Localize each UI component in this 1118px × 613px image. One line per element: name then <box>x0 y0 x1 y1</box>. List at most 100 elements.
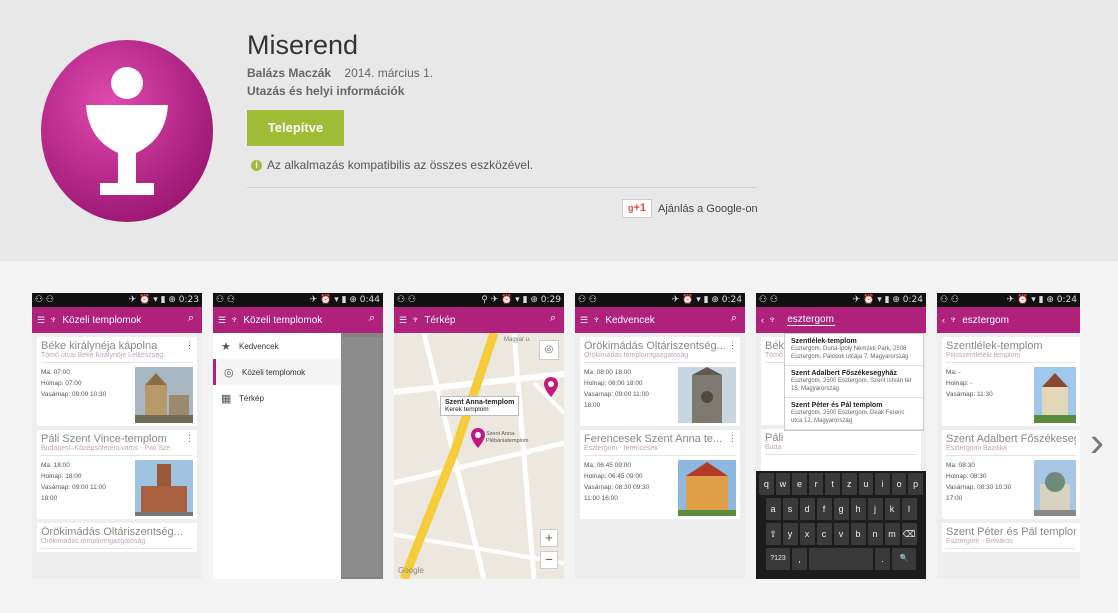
key[interactable]: c <box>816 523 832 545</box>
church-card: Örökimádás Oltáriszentség... Örökimádás … <box>580 337 740 426</box>
drawer-item-favorites[interactable]: ★ Kedvencek <box>213 333 341 359</box>
screenshot-2[interactable]: ⚇ ⚇ ✈ ⏰ ▾ ▮ ⊕ 0:44 ☰ ♆ Közeli templomok ⌕… <box>213 293 383 579</box>
key[interactable]: x <box>799 523 815 545</box>
map-icon: ▦ <box>221 392 232 405</box>
key[interactable]: j <box>867 498 883 520</box>
backspace-key[interactable]: ⌫ <box>901 523 917 545</box>
symbols-key[interactable]: ?123 <box>766 548 790 570</box>
key[interactable]: a <box>765 498 781 520</box>
appbar-title: Közeli templomok <box>243 314 323 326</box>
key[interactable]: l <box>901 498 917 520</box>
card-subtitle: Pilisszentléleki templom <box>946 352 1076 363</box>
card-title: Szent Péter és Pál templom <box>946 526 1076 538</box>
key[interactable]: z <box>842 473 857 495</box>
search-icon: ⌕ <box>187 312 194 324</box>
map-pin-icon[interactable] <box>471 428 485 448</box>
back-icon: ‹ <box>942 315 945 325</box>
gplus-row: g+1 Ajánlás a Google-on <box>622 199 758 218</box>
suggestion-item[interactable]: Szent Péter és Pál templom Esztergom, 250… <box>785 398 923 430</box>
compat-note: i Az alkalmazás kompatibilis az összes e… <box>251 158 533 172</box>
key[interactable]: d <box>799 498 815 520</box>
overflow-icon: ⋮ <box>728 340 737 350</box>
key[interactable]: n <box>867 523 883 545</box>
key[interactable]: . <box>875 548 890 570</box>
search-input[interactable]: esztergom <box>787 314 836 326</box>
screenshot-1[interactable]: ⚇ ⚇ ✈ ⏰ ▾ ▮ ⊕ 0:23 ☰ ♆ Közeli templomok ⌕… <box>32 293 202 579</box>
app-title: Miserend <box>247 30 359 60</box>
key[interactable]: k <box>884 498 900 520</box>
drawer-item-map[interactable]: ▦ Térkép <box>213 385 341 411</box>
card-subtitle: Esztergom - Belváros <box>946 538 1076 549</box>
next-screenshot-chevron-icon[interactable]: › <box>1090 418 1104 466</box>
key[interactable]: s <box>782 498 798 520</box>
map-info-window[interactable]: Szent Anna-templom Kerek templom <box>440 396 520 416</box>
overflow-icon: ⋮ <box>185 340 194 350</box>
key[interactable]: p <box>908 473 923 495</box>
drawer-item-nearby[interactable]: ◎ Közeli templomok <box>213 359 341 385</box>
overflow-icon: ⋮ <box>728 433 737 443</box>
shift-key[interactable]: ⇧ <box>765 523 781 545</box>
key[interactable]: v <box>833 523 849 545</box>
install-button[interactable]: Telepítve <box>247 110 344 146</box>
zoom-in-button[interactable]: + <box>540 529 558 547</box>
key[interactable]: q <box>759 473 774 495</box>
key[interactable]: e <box>792 473 807 495</box>
app-header: Miserend Balázs Maczák 2014. március 1. … <box>0 0 1118 260</box>
appbar-title: Kedvencek <box>605 314 655 326</box>
key[interactable]: i <box>875 473 890 495</box>
map-pin-icon[interactable] <box>544 377 558 397</box>
space-key[interactable] <box>809 548 873 570</box>
church-card: Ferencesek Szent Anna te... Esztergom - … <box>580 430 740 519</box>
status-bar: ⚇ ⚇ ✈ ⏰ ▾ ▮ ⊕ 0:24 <box>937 293 1080 307</box>
screenshot-4[interactable]: ⚇ ⚇ ✈ ⏰ ▾ ▮ ⊕ 0:24 ☰ ♆ Kedvencek ⌕ Örökim… <box>575 293 745 579</box>
church-card: Béke királynéja kápolna Tömő utcai Béke … <box>37 337 197 426</box>
category-link[interactable]: Utazás és helyi információk <box>247 84 404 98</box>
street-label: Magyar u. <box>504 337 531 343</box>
location-icon: ◎ <box>224 366 234 379</box>
search-key[interactable]: 🔍 <box>892 548 916 570</box>
key[interactable]: w <box>775 473 791 495</box>
gplus-button[interactable]: g+1 <box>622 199 652 218</box>
key[interactable]: f <box>816 498 832 520</box>
map-view[interactable]: Magyar u. Szent Anna-Plébániatemplom ◎ S… <box>394 333 564 579</box>
status-bar: ⚇ ⚇ ⚲ ✈ ⏰ ▾ ▮ ⊕ 0:29 <box>394 293 564 307</box>
chalice-icon: ♆ <box>411 314 420 326</box>
my-location-button[interactable]: ◎ <box>539 340 559 360</box>
church-card: Örökimádás Oltáriszentség... Örökimádás … <box>37 523 197 552</box>
church-photo <box>678 460 736 516</box>
app-bar: ☰ ♆ Közeli templomok ⌕ <box>32 307 202 333</box>
key[interactable]: b <box>850 523 866 545</box>
chalice-icon: ♆ <box>592 314 601 326</box>
key[interactable]: m <box>884 523 900 545</box>
author-link[interactable]: Balázs Maczák <box>247 66 331 80</box>
screenshot-3[interactable]: ⚇ ⚇ ⚲ ✈ ⏰ ▾ ▮ ⊕ 0:29 ☰ ♆ Térkép ⌕ Magyar … <box>394 293 564 579</box>
appbar-title: Közeli templomok <box>62 314 142 326</box>
suggestion-item[interactable]: Szent Adalbert Főszékesegyház Esztergom, … <box>785 366 923 398</box>
menu-icon: ☰ <box>218 314 227 325</box>
app-icon <box>41 40 213 222</box>
zoom-out-button[interactable]: − <box>540 551 558 569</box>
menu-icon: ☰ <box>580 314 589 325</box>
search-icon: ⌕ <box>730 312 737 324</box>
key[interactable]: u <box>858 473 874 495</box>
card-title: Szentlélek-templom <box>946 340 1043 352</box>
card-title: Örökimádás Oltáriszentség... <box>41 526 183 538</box>
drawer-scrim[interactable] <box>341 333 383 579</box>
key[interactable]: g <box>833 498 849 520</box>
key[interactable]: t <box>825 473 840 495</box>
key[interactable]: , <box>792 548 807 570</box>
card-title: Örökimádás Oltáriszentség... <box>584 340 726 352</box>
compat-text: Az alkalmazás kompatibilis az összes esz… <box>267 158 534 172</box>
key[interactable]: r <box>808 473 824 495</box>
church-photo <box>1034 367 1076 423</box>
key[interactable]: h <box>850 498 866 520</box>
app-bar: ☰ ♆ Közeli templomok ⌕ <box>213 307 383 333</box>
key[interactable]: o <box>891 473 907 495</box>
screenshot-5[interactable]: ⚇ ⚇ ✈ ⏰ ▾ ▮ ⊕ 0:24 ‹ ♆ esztergom Béke Töm… <box>756 293 926 579</box>
key[interactable]: y <box>782 523 798 545</box>
church-photo <box>1034 460 1076 516</box>
suggestion-item[interactable]: Szentlélek-templom Esztergom, Duna-Ipoly … <box>785 334 923 366</box>
screenshot-6[interactable]: ⚇ ⚇ ✈ ⏰ ▾ ▮ ⊕ 0:24 ‹ ♆ esztergom Szentlél… <box>937 293 1080 579</box>
menu-icon: ☰ <box>399 314 408 325</box>
appbar-title: esztergom <box>962 314 1009 326</box>
